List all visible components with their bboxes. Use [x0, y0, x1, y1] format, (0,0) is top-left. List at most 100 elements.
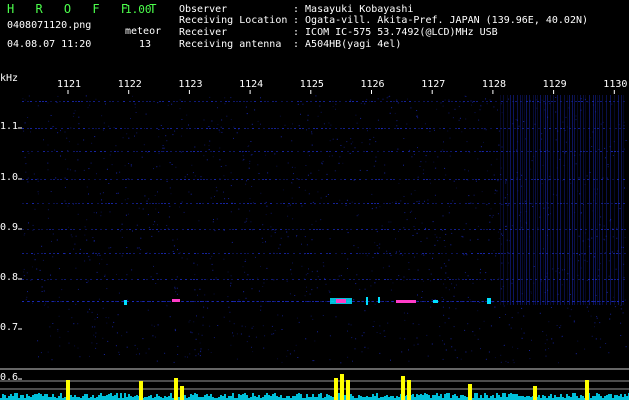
noise-band: [193, 179, 195, 180]
carrier-line: [202, 301, 204, 302]
noise-dot: [547, 207, 549, 209]
noise-dot: [127, 178, 129, 179]
noise-dot: [529, 358, 531, 360]
time-tick-label: 1123: [178, 79, 203, 90]
meter-bar: [330, 396, 332, 400]
noise-dot: [73, 203, 74, 205]
noise-dot: [202, 316, 204, 318]
noise-dot: [511, 225, 513, 227]
noise-band: [548, 279, 550, 280]
freq-tick-label: 0.8: [0, 272, 19, 283]
noise-band: [79, 179, 81, 180]
noise-band: [321, 128, 323, 129]
meter-bar: [502, 393, 504, 400]
noise-band: [243, 101, 245, 102]
meter-bar: [84, 394, 86, 400]
noise-band: [227, 179, 229, 180]
noise-dot: [196, 264, 198, 266]
meter-bar: [14, 393, 16, 400]
noise-dot: [356, 215, 358, 217]
noise-dot: [459, 117, 461, 119]
noise-band: [323, 101, 325, 102]
noise-band: [41, 229, 43, 230]
noise-band: [50, 128, 52, 129]
carrier-line: [157, 301, 159, 302]
meter-bar: [386, 395, 388, 400]
meter-bar: [490, 396, 492, 400]
noise-band: [365, 253, 367, 254]
noise-band: [65, 203, 67, 204]
noise-band: [91, 229, 93, 230]
noise-dot: [366, 255, 368, 257]
meteor-echo: [366, 297, 368, 305]
noise-dot: [541, 99, 543, 101]
meter-bar: [148, 396, 150, 400]
noise-dot: [417, 176, 419, 178]
noise-dot: [309, 293, 311, 295]
noise-band: [173, 101, 175, 102]
carrier-line: [72, 301, 74, 302]
noise-dot: [613, 296, 614, 298]
noise-dot: [296, 317, 298, 319]
meteor-echo: [378, 297, 380, 303]
noise-dot: [201, 334, 203, 336]
noise-dot: [581, 212, 582, 214]
noise-band: [99, 179, 101, 180]
carrier-line: [582, 301, 584, 302]
noise-band: [254, 101, 256, 102]
noise-dot: [301, 205, 303, 207]
noise-dot: [298, 321, 300, 323]
noise-dot: [287, 162, 289, 164]
noise-band: [619, 128, 621, 129]
noise-band: [292, 229, 294, 230]
noise-dot: [530, 291, 532, 293]
noise-band: [37, 253, 39, 254]
noise-dot: [325, 283, 327, 285]
noise-dot: [169, 162, 171, 164]
noise-band: [488, 253, 490, 254]
meter-bar: [130, 396, 132, 400]
noise-band: [76, 151, 78, 152]
noise-band: [465, 279, 467, 280]
noise-dot: [224, 103, 226, 105]
noise-dot: [270, 226, 272, 228]
noise-band: [180, 179, 182, 180]
noise-band: [57, 179, 59, 180]
noise-band: [145, 151, 147, 152]
noise-band: [22, 253, 24, 254]
noise-band: [302, 128, 304, 129]
noise-dot: [442, 306, 444, 308]
noise-dot: [455, 308, 457, 310]
noise-dot: [50, 191, 52, 192]
noise-band: [172, 229, 174, 230]
meter-bar: [8, 396, 10, 400]
noise-band: [75, 203, 77, 204]
noise-dot: [141, 156, 143, 158]
meter-bar: [156, 394, 158, 400]
noise-band: [490, 101, 492, 102]
meter-bar: [396, 396, 398, 400]
noise-dot: [349, 153, 351, 154]
noise-band: [31, 253, 33, 254]
noise-column: [574, 95, 575, 305]
noise-band: [175, 151, 177, 152]
meter-bar: [464, 396, 466, 400]
noise-band: [371, 179, 373, 180]
noise-dot: [25, 163, 27, 165]
meter-peak: [340, 374, 344, 400]
noise-dot: [83, 139, 85, 141]
noise-dot: [535, 99, 537, 101]
noise-band: [166, 179, 168, 180]
noise-band: [313, 128, 315, 129]
meter-bar: [108, 394, 110, 400]
noise-band: [104, 151, 106, 152]
time-tick-label: 1130: [603, 79, 628, 90]
noise-band: [239, 203, 241, 204]
noise-dot: [327, 194, 329, 195]
noise-dot: [620, 305, 622, 306]
carrier-line: [22, 301, 24, 302]
noise-band: [449, 179, 451, 180]
noise-band: [297, 151, 299, 152]
noise-dot: [101, 115, 103, 117]
noise-dot: [245, 326, 246, 328]
